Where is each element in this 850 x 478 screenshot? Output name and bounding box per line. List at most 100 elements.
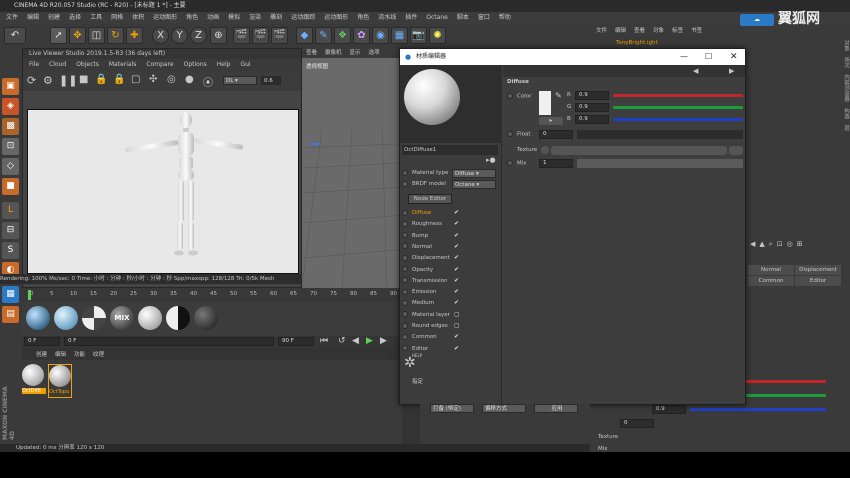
color-mode-toggle[interactable]: ▸ <box>539 117 563 125</box>
menu-item[interactable]: 编辑 <box>27 12 39 24</box>
right-r-slider[interactable] <box>746 380 826 383</box>
material-menu-item[interactable]: 创建 <box>36 350 47 360</box>
focus-icon[interactable]: ◎ <box>167 74 176 85</box>
menu-item[interactable]: 插件 <box>405 12 417 24</box>
axis-z-button[interactable]: Z <box>190 27 207 44</box>
select-icon[interactable]: ➚ <box>50 27 67 44</box>
cloud-icon[interactable]: ☁ <box>740 14 774 26</box>
keyframe-dot-icon[interactable] <box>402 345 408 352</box>
tab-displacement[interactable]: Displacement <box>795 265 841 275</box>
snap-icon[interactable]: ⊟ <box>2 222 19 239</box>
axis-mode-icon[interactable]: L <box>2 202 19 219</box>
r-slider[interactable] <box>613 94 743 97</box>
object-menu-item[interactable]: 编辑 <box>615 26 626 36</box>
keyframe-dot-icon[interactable] <box>402 169 408 176</box>
keyframe-dot-icon[interactable] <box>402 322 408 329</box>
object-name[interactable]: TonyBright.ight <box>616 40 658 46</box>
side-tab[interactable]: 构造 <box>838 108 850 119</box>
light-icon[interactable]: ✺ <box>429 27 446 44</box>
assign-button[interactable]: 指定 <box>412 377 423 385</box>
g-slider[interactable] <box>613 106 743 109</box>
color-swatch[interactable] <box>539 91 551 115</box>
prev-frame-icon[interactable]: ◀ <box>352 336 359 346</box>
scale-icon[interactable]: ◫ <box>88 27 105 44</box>
channel-emission[interactable]: Emission ✔ <box>402 287 500 297</box>
viewport-menu-item[interactable]: 选项 <box>369 48 380 58</box>
coordinate-icon[interactable]: ⊕ <box>210 27 227 44</box>
side-tab[interactable]: 对象 <box>838 40 850 51</box>
channel-normal[interactable]: Normal ✔ <box>402 242 500 252</box>
end-frame-field[interactable]: 90 F <box>278 337 314 346</box>
viewer-menu-item[interactable]: Objects <box>76 59 99 71</box>
material-menu-item[interactable]: 编辑 <box>55 350 66 360</box>
polygons-mode-icon[interactable]: ■ <box>2 178 19 195</box>
floor-icon[interactable]: ▦ <box>391 27 408 44</box>
channel-checkbox[interactable]: ✔ <box>454 289 460 295</box>
channel-checkbox[interactable]: ▢ <box>454 311 460 318</box>
tab-normal[interactable]: Normal <box>748 265 794 275</box>
region-icon[interactable]: ▢ <box>131 74 140 85</box>
model-mode-icon[interactable]: ◈ <box>2 98 19 115</box>
material-preview[interactable] <box>400 65 502 143</box>
deformer-icon[interactable]: ✿ <box>353 27 370 44</box>
material-type-select[interactable]: Diffuse ▾ <box>452 169 496 178</box>
restart-icon[interactable]: ⚙ <box>43 74 53 87</box>
minimize-button[interactable]: — <box>680 49 688 65</box>
option-2[interactable]: 偏移方式 <box>482 404 526 413</box>
eyedropper-icon[interactable]: ✎ <box>555 91 562 100</box>
menu-item[interactable]: 窗口 <box>478 12 490 24</box>
material-pick-icon[interactable]: ● <box>185 74 194 85</box>
channel-material-layer[interactable]: Material layer ▢ <box>402 310 500 320</box>
viewer-menu-item[interactable]: Help <box>217 59 231 71</box>
move-icon[interactable]: ✥ <box>69 27 86 44</box>
lock-icon[interactable]: ⊡ <box>777 240 783 250</box>
right-b-field[interactable]: 0.9 <box>652 405 686 414</box>
next-frame-icon[interactable]: ▶ <box>380 336 387 346</box>
lock-icon[interactable]: 🔒 <box>95 74 107 85</box>
add-icon[interactable]: ⊞ <box>797 240 803 250</box>
viewer-value-field[interactable]: 0.6 <box>261 76 281 85</box>
node-editor-button[interactable]: Node Editor <box>408 194 452 204</box>
object-menu-item[interactable]: 书签 <box>691 26 702 36</box>
texture-mode-icon[interactable]: ▩ <box>2 118 19 135</box>
keyframe-dot-icon[interactable] <box>402 299 408 306</box>
diffuse-ball-icon[interactable] <box>138 306 162 330</box>
padlock-icon[interactable]: 🔒 <box>113 74 125 85</box>
snap-settings-icon[interactable]: S <box>2 242 19 259</box>
keyframe-dot-icon[interactable] <box>402 277 408 284</box>
channel-displacement[interactable]: Displacement ✔ <box>402 253 500 263</box>
texture-slot[interactable] <box>551 146 727 155</box>
viewport-menu-item[interactable]: 显示 <box>350 48 361 58</box>
keyframe-dot-icon[interactable] <box>402 288 408 295</box>
r-field[interactable]: 0.9 <box>575 91 609 100</box>
menu-item[interactable]: 运动图形 <box>324 12 348 24</box>
right-float-field[interactable]: 0 <box>620 419 654 428</box>
generator-icon[interactable]: ◉ <box>372 27 389 44</box>
mix-field[interactable]: 1 <box>539 159 573 168</box>
channel-checkbox[interactable]: ✔ <box>454 266 460 273</box>
channel-common[interactable]: Common ✔ <box>402 332 500 342</box>
arrow-up-icon[interactable]: ▲ <box>759 240 764 250</box>
material-name-field[interactable]: OctDiffuse1 <box>402 145 498 155</box>
mix-material-ball[interactable]: MIX <box>110 306 134 330</box>
viewer-menu-item[interactable]: File <box>29 59 39 71</box>
search-icon[interactable]: ⌕ <box>769 240 773 250</box>
send-scene-icon[interactable]: ⟳ <box>27 74 36 87</box>
menu-item[interactable]: 流水线 <box>378 12 396 24</box>
subdivision-icon[interactable]: ❖ <box>334 27 351 44</box>
glossy-ball-icon[interactable] <box>26 306 50 330</box>
keyframe-dot-icon[interactable] <box>402 266 408 272</box>
material-menu-item[interactable]: 功能 <box>74 350 85 360</box>
pick-icon[interactable]: ✣ <box>149 74 157 85</box>
keyframe-dot-icon[interactable] <box>507 160 513 166</box>
edges-mode-icon[interactable]: ◇ <box>2 158 19 175</box>
metallic-ball-icon[interactable] <box>82 306 106 330</box>
menu-item[interactable]: 角色 <box>357 12 369 24</box>
keyframe-dot-icon[interactable] <box>402 232 408 239</box>
channel-checkbox[interactable]: ✔ <box>454 277 460 284</box>
forward-icon[interactable]: ▶ <box>729 67 734 75</box>
specular-ball-icon[interactable] <box>54 306 78 330</box>
render-settings-icon[interactable]: 🎬 <box>271 27 288 44</box>
right-b-slider[interactable] <box>690 408 826 411</box>
tab-editor[interactable]: Editor <box>795 276 841 286</box>
